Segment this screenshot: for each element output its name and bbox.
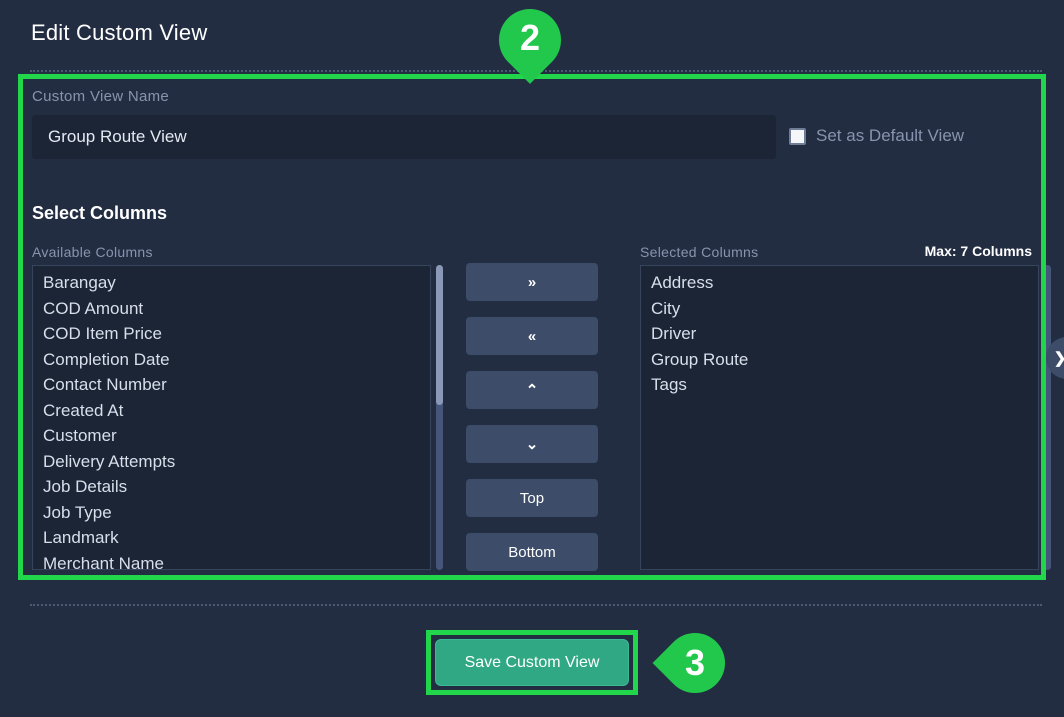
divider-bottom [30, 604, 1042, 606]
selected-columns-label: Selected Columns [640, 244, 759, 260]
set-as-default-view-checkbox[interactable] [789, 127, 806, 145]
list-item[interactable]: Group Route [641, 347, 1038, 373]
list-item[interactable]: COD Amount [33, 296, 430, 322]
list-item[interactable]: Merchant Name [33, 551, 430, 570]
move-down-button[interactable]: ⌄ [466, 425, 598, 463]
chevron-right-icon: ❯ [1054, 349, 1064, 367]
callout-number: 3 [684, 642, 706, 683]
selected-columns-scrollbar[interactable] [1044, 265, 1051, 570]
list-item[interactable]: Landmark [33, 525, 430, 551]
max-columns-note: Max: 7 Columns [924, 243, 1032, 259]
selected-columns-listbox[interactable]: Address City Driver Group Route Tags [640, 265, 1039, 570]
scrollbar-thumb[interactable] [436, 265, 443, 405]
list-item[interactable]: Address [641, 270, 1038, 296]
selected-columns-list: Address City Driver Group Route Tags [641, 266, 1038, 398]
move-right-button[interactable]: » [466, 263, 598, 301]
custom-view-name-input[interactable] [32, 115, 776, 159]
list-item[interactable]: Job Type [33, 500, 430, 526]
list-item[interactable]: Completion Date [33, 347, 430, 373]
available-columns-list: Barangay COD Amount COD Item Price Completi… [33, 266, 430, 570]
list-item[interactable]: City [641, 296, 1038, 322]
custom-view-form: Custom View Name Set as Default View Sel… [23, 79, 1051, 575]
list-item[interactable]: Delivery Attempts [33, 449, 430, 475]
list-item[interactable]: Created At [33, 398, 430, 424]
page-title: Edit Custom View [31, 20, 208, 45]
save-custom-view-button[interactable]: Save Custom View [435, 639, 629, 686]
callout-pin-2: 2 [486, 0, 574, 101]
list-item[interactable]: Job Details [33, 474, 430, 500]
move-left-button[interactable]: « [466, 317, 598, 355]
callout-pin-3: 3 [643, 620, 755, 706]
available-columns-scrollbar[interactable] [436, 265, 443, 570]
list-item[interactable]: Customer [33, 423, 430, 449]
transfer-buttons-group: » « ⌃ ⌄ Top Bottom [466, 263, 598, 571]
list-item[interactable]: COD Item Price [33, 321, 430, 347]
move-to-bottom-button[interactable]: Bottom [466, 533, 598, 571]
list-item[interactable]: Tags [641, 372, 1038, 398]
available-columns-label: Available Columns [32, 244, 153, 260]
move-to-top-button[interactable]: Top [466, 479, 598, 517]
move-up-button[interactable]: ⌃ [466, 371, 598, 409]
list-item[interactable]: Contact Number [33, 372, 430, 398]
list-item[interactable]: Driver [641, 321, 1038, 347]
list-item[interactable]: Barangay [33, 270, 430, 296]
callout-number: 2 [519, 17, 541, 58]
custom-view-name-label: Custom View Name [32, 88, 170, 105]
set-as-default-view-toggle[interactable]: Set as Default View [789, 126, 964, 146]
set-as-default-view-label: Set as Default View [816, 126, 965, 145]
select-columns-heading: Select Columns [32, 203, 168, 223]
available-columns-listbox[interactable]: Barangay COD Amount COD Item Price Completi… [32, 265, 431, 570]
